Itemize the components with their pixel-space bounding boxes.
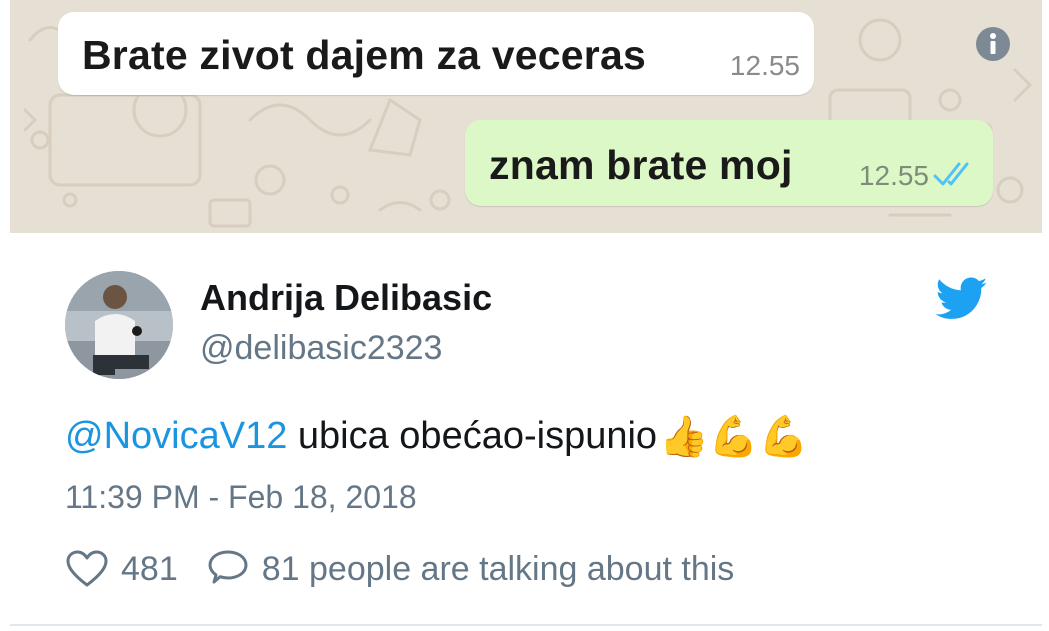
twitter-bird-icon[interactable] — [936, 276, 988, 322]
author-handle[interactable]: @delibasic2323 — [200, 329, 442, 368]
outgoing-message[interactable]: znam brate moj 12.55 — [465, 120, 993, 206]
tweet-emojis: 👍💪💪 — [659, 414, 809, 460]
chat-area: Brate zivot dajem za veceras 12.55 znam … — [10, 0, 1042, 233]
outgoing-message-text: znam brate moj — [489, 142, 793, 188]
tweet-actions: 481 81 people are talking about this — [65, 549, 734, 589]
replies-text[interactable]: 81 people are talking about this — [262, 550, 735, 589]
info-icon[interactable] — [975, 26, 1011, 62]
speech-bubble-icon[interactable] — [206, 549, 250, 589]
double-check-icon — [933, 162, 969, 186]
outgoing-message-time: 12.55 — [858, 160, 929, 191]
avatar[interactable] — [65, 271, 173, 379]
mention-link[interactable]: @NovicaV12 — [65, 415, 287, 458]
tweet-text: @NovicaV12 ubica obećao-ispunio 👍💪💪 — [65, 413, 808, 460]
author-name[interactable]: Andrija Delibasic — [200, 277, 492, 319]
tweet-body: ubica obećao-ispunio — [287, 415, 658, 457]
avatar-photo — [65, 271, 173, 379]
like-count: 481 — [121, 549, 178, 588]
incoming-message[interactable]: Brate zivot dajem za veceras 12.55 — [58, 12, 814, 95]
heart-icon[interactable] — [65, 549, 109, 589]
incoming-message-text: Brate zivot dajem za veceras — [82, 32, 646, 78]
tweet-timestamp[interactable]: 11:39 PM - Feb 18, 2018 — [65, 479, 417, 516]
tweet-card[interactable]: Andrija Delibasic @delibasic2323 @Novica… — [10, 233, 1042, 626]
incoming-message-time: 12.55 — [729, 50, 800, 81]
